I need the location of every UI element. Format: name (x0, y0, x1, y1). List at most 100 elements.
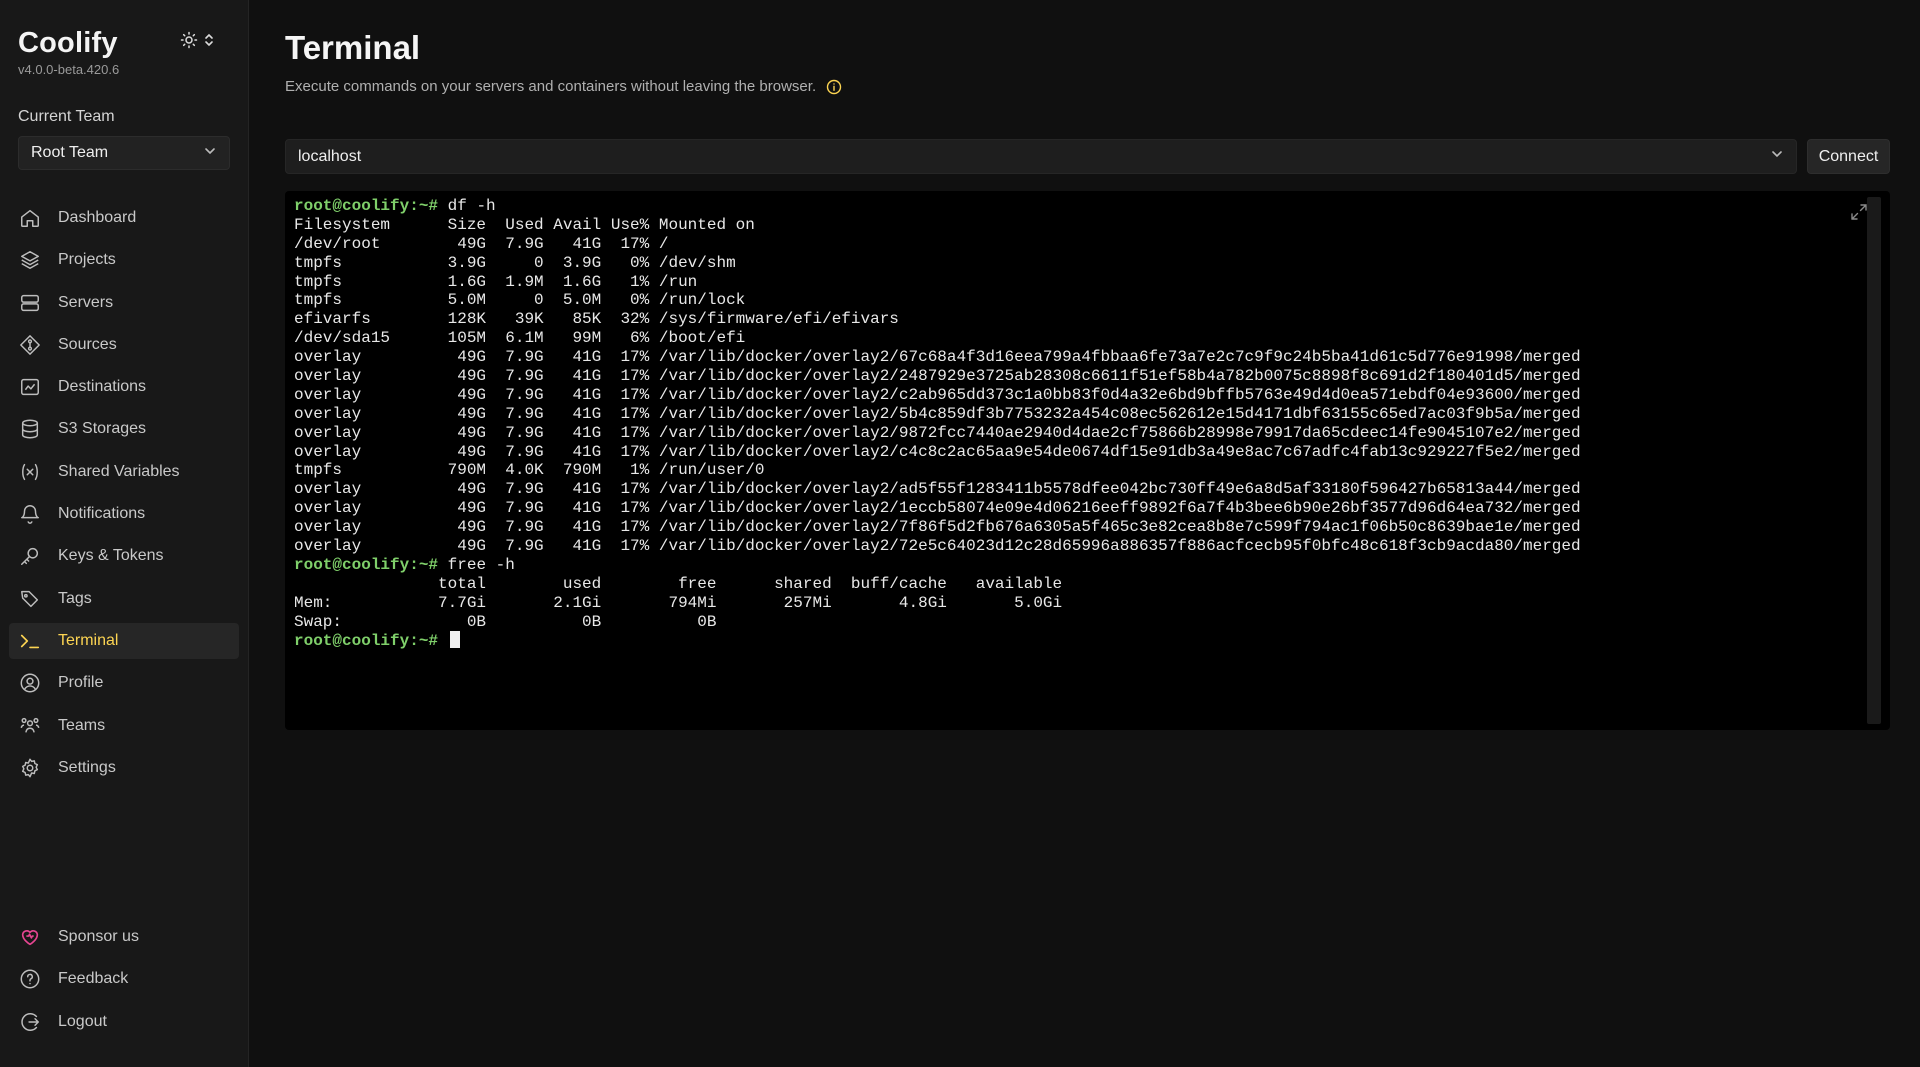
terminal-output-line: tmpfs 790M 4.0K 790M 1% /run/user/0 (294, 461, 1881, 480)
sidebar-item-shared-variables[interactable]: Shared Variables (9, 454, 239, 490)
sidebar-item-label: Teams (58, 716, 106, 734)
theme-toggle[interactable] (180, 30, 226, 54)
chevron-down-icon (203, 144, 217, 163)
terminal-output-line: /dev/sda15 105M 6.1M 99M 6% /boot/efi (294, 329, 1881, 348)
terminal-output-line: overlay 49G 7.9G 41G 17% /var/lib/docker… (294, 348, 1881, 367)
sidebar-item-label: S3 Storages (58, 420, 147, 438)
terminal-line-text: df -h (438, 197, 496, 215)
server-select[interactable]: localhost (285, 139, 1797, 174)
terminal-output-line: tmpfs 1.6G 1.9M 1.6G 1% /run (294, 273, 1881, 292)
sidebar-item-notifications[interactable]: Notifications (9, 496, 239, 532)
destination-icon (19, 376, 41, 398)
sidebar-item-teams[interactable]: Teams (9, 708, 239, 744)
sidebar-item-label: Tags (58, 589, 92, 607)
sidebar-item-s3-storages[interactable]: S3 Storages (9, 411, 239, 447)
bell-icon (19, 503, 41, 525)
page-subtitle: Execute commands on your servers and con… (285, 78, 842, 95)
sidebar: Coolify v4.0.0-beta.420.6 Current Team R… (0, 0, 249, 1067)
help-icon (19, 968, 41, 990)
terminal-output-line: Swap: 0B 0B 0B (294, 613, 1881, 632)
sidebar-item-servers[interactable]: Servers (9, 285, 239, 321)
variable-icon (19, 461, 41, 483)
terminal-line-text: free -h (438, 555, 515, 574)
sidebar-item-sources[interactable]: Sources (9, 327, 239, 363)
heart-icon (19, 926, 41, 948)
server-select-value: localhost (298, 147, 362, 165)
terminal-line-text: tmpfs 5.0M 0 5.0M 0% /run/lock (294, 291, 746, 310)
terminal-line-text: tmpfs 3.9G 0 3.9G 0% /dev/shm (294, 253, 736, 272)
terminal-output-line: overlay 49G 7.9G 41G 17% /var/lib/docker… (294, 499, 1881, 518)
brand-name[interactable]: Coolify (18, 26, 119, 60)
terminal-line-text: /dev/root 49G 7.9G 41G 17% / (294, 234, 669, 253)
terminal-scrollbar[interactable] (1867, 197, 1881, 724)
terminal-line-text: Mem: 7.7Gi 2.1Gi 794Mi 257Mi 4.8Gi 5.0Gi (294, 593, 1063, 612)
terminal-window[interactable]: root@coolify:~# df -h Filesystem Size Use… (285, 191, 1890, 730)
terminal-line-text: overlay 49G 7.9G 41G 17% /var/lib/docker… (294, 442, 1581, 461)
terminal-line-text: overlay 49G 7.9G 41G 17% /var/lib/docker… (294, 480, 1581, 499)
layers-icon (19, 249, 41, 271)
terminal-prompt: root@coolify:~# (294, 555, 439, 574)
git-icon (19, 334, 41, 356)
sidebar-item-label: Notifications (58, 505, 146, 523)
team-select[interactable]: Root Team (18, 136, 230, 170)
terminal-line-text: overlay 49G 7.9G 41G 17% /var/lib/docker… (294, 367, 1581, 386)
current-team-label: Current Team (18, 108, 115, 125)
terminal-command-line: root@coolify:~# (294, 631, 1881, 650)
terminal-line-text: overlay 49G 7.9G 41G 17% /var/lib/docker… (294, 404, 1581, 423)
terminal-output-line: overlay 49G 7.9G 41G 17% /var/lib/docker… (294, 537, 1881, 556)
sidebar-item-tags[interactable]: Tags (9, 581, 239, 617)
team-select-value: Root Team (31, 144, 109, 161)
terminal-output-line: overlay 49G 7.9G 41G 17% /var/lib/docker… (294, 386, 1881, 405)
terminal-output-line: total used free shared buff/cache availa… (294, 575, 1881, 594)
terminal-line-text (438, 632, 448, 650)
sidebar-item-destinations[interactable]: Destinations (9, 369, 239, 405)
terminal-icon (19, 630, 41, 652)
sidebar-item-label: Shared Variables (58, 462, 180, 480)
users-icon (19, 715, 41, 737)
sidebar-item-profile[interactable]: Profile (9, 665, 239, 701)
sidebar-item-label: Terminal (58, 631, 119, 649)
chevron-up-down-icon (204, 33, 214, 52)
terminal-line-text: overlay 49G 7.9G 41G 17% /var/lib/docker… (294, 537, 1581, 556)
terminal-output-line: overlay 49G 7.9G 41G 17% /var/lib/docker… (294, 405, 1881, 424)
expand-icon[interactable] (1850, 203, 1868, 226)
connect-button[interactable]: Connect (1807, 139, 1890, 174)
terminal-command-line: root@coolify:~# free -h (294, 556, 1881, 575)
terminal-command-line: root@coolify:~# df -h (294, 197, 1881, 216)
terminal-output-line: /dev/root 49G 7.9G 41G 17% / (294, 235, 1881, 254)
sidebar-nav: Dashboard Projects Servers Sources Desti… (9, 200, 239, 792)
terminal-output-line: overlay 49G 7.9G 41G 17% /var/lib/docker… (294, 367, 1881, 386)
sidebar-item-label: Sources (58, 335, 117, 353)
sidebar-item-terminal[interactable]: Terminal (9, 622, 239, 659)
terminal-output-line: Filesystem Size Used Avail Use% Mounted … (294, 216, 1881, 235)
sidebar-item-dashboard[interactable]: Dashboard (9, 200, 239, 236)
terminal-output-line: overlay 49G 7.9G 41G 17% /var/lib/docker… (294, 518, 1881, 537)
logout-icon (19, 1011, 41, 1033)
sidebar-item-keys-tokens[interactable]: Keys & Tokens (9, 538, 239, 574)
terminal-output-line: overlay 49G 7.9G 41G 17% /var/lib/docker… (294, 443, 1881, 462)
sidebar-item-projects[interactable]: Projects (9, 242, 239, 278)
terminal-prompt: root@coolify:~# (294, 632, 439, 651)
sun-icon (180, 31, 198, 54)
terminal-line-text: overlay 49G 7.9G 41G 17% /var/lib/docker… (294, 518, 1581, 537)
terminal-line-text: overlay 49G 7.9G 41G 17% /var/lib/docker… (294, 423, 1581, 442)
sidebar-item-feedback[interactable]: Feedback (9, 961, 239, 997)
brand-version: v4.0.0-beta.420.6 (18, 62, 120, 77)
sidebar-item-label: Feedback (58, 970, 129, 988)
terminal-line-text: Filesystem Size Used Avail Use% Mounted … (294, 215, 755, 234)
terminal-output-line: efivarfs 128K 39K 85K 32% /sys/firmware/… (294, 310, 1881, 329)
terminal-line-text: total used free shared buff/cache availa… (294, 574, 1063, 593)
sidebar-item-label: Keys & Tokens (58, 547, 164, 565)
sidebar-item-label: Projects (58, 251, 116, 269)
database-icon (19, 418, 41, 440)
terminal-output: root@coolify:~# df -h Filesystem Size Use… (294, 197, 1881, 650)
terminal-output-line: overlay 49G 7.9G 41G 17% /var/lib/docker… (294, 424, 1881, 443)
gear-icon (19, 757, 41, 779)
info-icon[interactable] (826, 79, 842, 95)
sidebar-item-settings[interactable]: Settings (9, 750, 239, 786)
sidebar-item-sponsor[interactable]: Sponsor us (9, 919, 239, 955)
server-icon (19, 292, 41, 314)
sidebar-item-logout[interactable]: Logout (9, 1004, 239, 1040)
terminal-line-text: overlay 49G 7.9G 41G 17% /var/lib/docker… (294, 385, 1581, 404)
terminal-line-text: /dev/sda15 105M 6.1M 99M 6% /boot/efi (294, 329, 746, 348)
